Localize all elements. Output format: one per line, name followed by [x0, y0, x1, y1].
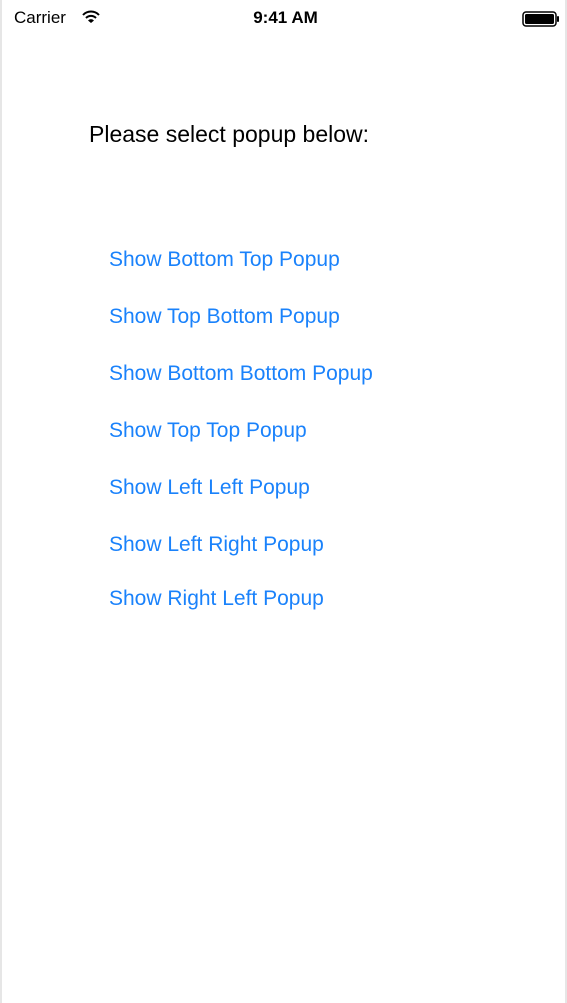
status-bar: Carrier 9:41 AM	[2, 0, 567, 38]
show-top-bottom-popup-button[interactable]: Show Top Bottom Popup	[109, 304, 340, 330]
show-left-right-popup-button[interactable]: Show Left Right Popup	[109, 532, 324, 558]
show-bottom-bottom-popup-button[interactable]: Show Bottom Bottom Popup	[109, 361, 373, 387]
app-screen: Carrier 9:41 AM Please select popup belo…	[0, 0, 567, 1003]
show-left-left-popup-button[interactable]: Show Left Left Popup	[109, 475, 310, 501]
show-right-left-popup-button[interactable]: Show Right Left Popup	[109, 586, 324, 612]
clock-time: 9:41 AM	[253, 8, 318, 27]
show-top-top-popup-button[interactable]: Show Top Top Popup	[109, 418, 307, 444]
battery-icon	[522, 11, 560, 27]
show-bottom-top-popup-button[interactable]: Show Bottom Top Popup	[109, 247, 340, 273]
page-title: Please select popup below:	[89, 121, 370, 147]
